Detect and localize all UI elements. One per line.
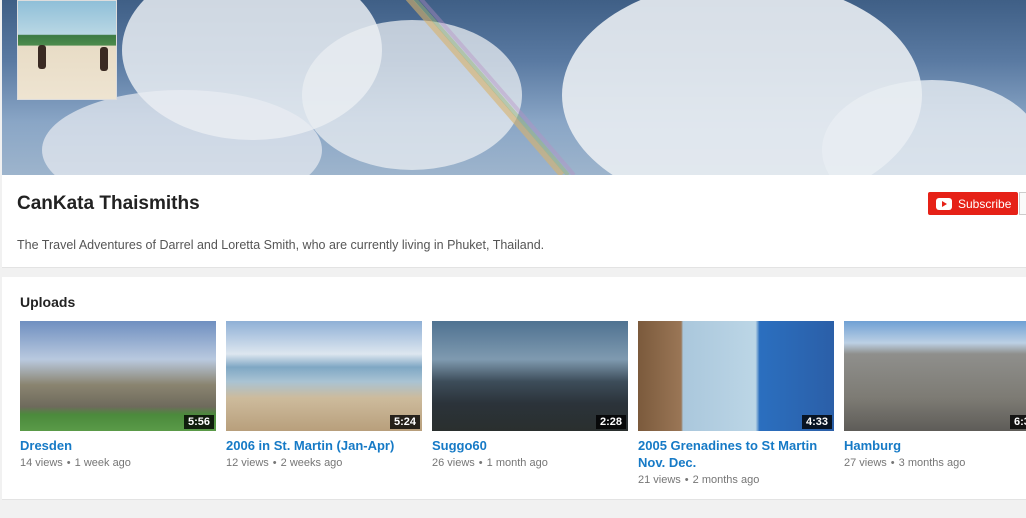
video-meta: 14 views • 1 week ago bbox=[20, 455, 216, 471]
video-thumbnail[interactable]: 6:3 bbox=[844, 321, 1026, 431]
video-views: 21 views bbox=[638, 474, 681, 486]
video-meta: 12 views • 2 weeks ago bbox=[226, 455, 422, 471]
video-thumbnail[interactable]: 5:56 bbox=[20, 321, 216, 431]
video-duration: 6:3 bbox=[1010, 415, 1026, 429]
video-title-link[interactable]: Suggo60 bbox=[432, 437, 628, 454]
video-item[interactable]: 4:33 2005 Grenadines to St Martin Nov. D… bbox=[638, 321, 834, 488]
video-age: 3 months ago bbox=[898, 457, 966, 469]
video-title-link[interactable]: Dresden bbox=[20, 437, 216, 454]
subscriber-count-box bbox=[1019, 192, 1026, 215]
channel-description: The Travel Adventures of Darrel and Lore… bbox=[17, 238, 545, 252]
video-duration: 5:56 bbox=[183, 415, 214, 429]
separator-dot: • bbox=[684, 474, 689, 486]
video-thumbnail[interactable]: 4:33 bbox=[638, 321, 834, 431]
video-item[interactable]: 5:24 2006 in St. Martin (Jan-Apr) 12 vie… bbox=[226, 321, 422, 471]
separator-dot: • bbox=[478, 457, 483, 469]
avatar-person-figure bbox=[38, 45, 46, 69]
subscribe-button[interactable]: Subscribe bbox=[928, 192, 1018, 215]
video-meta: 27 views • 3 months ago bbox=[844, 455, 1026, 471]
channel-header: CanKata Thaismiths Subscribe The Travel … bbox=[2, 175, 1026, 268]
video-age: 2 weeks ago bbox=[280, 457, 343, 469]
video-views: 14 views bbox=[20, 457, 63, 469]
channel-banner bbox=[2, 0, 1026, 175]
video-age: 1 month ago bbox=[486, 457, 548, 469]
separator-dot: • bbox=[272, 457, 277, 469]
avatar-person-figure bbox=[100, 47, 108, 71]
video-age: 2 months ago bbox=[692, 474, 760, 486]
channel-avatar[interactable] bbox=[17, 0, 117, 100]
video-item[interactable]: 6:3 Hamburg 27 views•3 months ago bbox=[844, 321, 1026, 471]
video-item[interactable]: 5:56 Dresden 14 views • 1 week ago bbox=[20, 321, 216, 471]
video-meta: 21 views • 2 months ago bbox=[638, 472, 834, 488]
video-duration: 5:24 bbox=[389, 415, 420, 429]
video-meta: 26 views • 1 month ago bbox=[432, 455, 628, 471]
video-age: 1 week ago bbox=[74, 457, 131, 469]
channel-name[interactable]: CanKata Thaismiths bbox=[17, 193, 200, 215]
video-duration: 2:28 bbox=[595, 415, 626, 429]
video-title-link[interactable]: 2005 Grenadines to St Martin Nov. Dec. bbox=[638, 437, 834, 471]
video-views: 12 views bbox=[226, 457, 269, 469]
uploads-title[interactable]: Uploads bbox=[20, 294, 75, 310]
video-views: 27 views bbox=[844, 457, 887, 469]
rainbow-graphic bbox=[405, 0, 576, 175]
subscribe-label: Subscribe bbox=[958, 196, 1012, 211]
separator-dot: • bbox=[890, 457, 895, 469]
separator-dot: • bbox=[66, 457, 71, 469]
video-thumbnail[interactable]: 2:28 bbox=[432, 321, 628, 431]
youtube-play-icon bbox=[936, 197, 952, 210]
video-item[interactable]: 2:28 Suggo60 26 views • 1 month ago bbox=[432, 321, 628, 471]
video-views: 26 views bbox=[432, 457, 475, 469]
video-duration: 4:33 bbox=[801, 415, 832, 429]
video-title-link[interactable]: Hamburg bbox=[844, 437, 1026, 454]
uploads-section: Uploads 5:56 Dresden 14 views • 1 week ago… bbox=[2, 277, 1026, 500]
video-thumbnail[interactable]: 5:24 bbox=[226, 321, 422, 431]
video-title-link[interactable]: 2006 in St. Martin (Jan-Apr) bbox=[226, 437, 422, 454]
